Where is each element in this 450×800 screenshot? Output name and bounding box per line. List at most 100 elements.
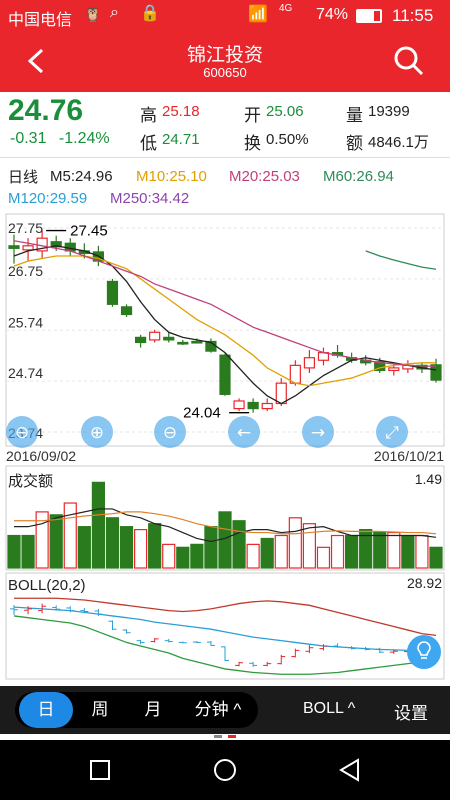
- volume-max-label: 1.49: [415, 471, 442, 487]
- open-value: 25.06: [266, 103, 304, 120]
- app-bar: 锦江投资 600650: [0, 32, 450, 92]
- volume-title: 成交额: [8, 472, 53, 490]
- candle-body: [303, 357, 315, 369]
- candle-body: [120, 306, 133, 316]
- high-label: 高: [140, 106, 157, 125]
- volume-bar: [288, 517, 302, 569]
- stock-code: 600650: [203, 65, 247, 80]
- scroll-left-button[interactable]: ←: [228, 416, 260, 448]
- fullscreen-button[interactable]: ⤢: [376, 416, 408, 448]
- period-label: 日线: [8, 169, 39, 186]
- amount-label: 额: [346, 134, 363, 153]
- current-price: 24.76: [8, 94, 84, 127]
- lock-icon: 🔒: [140, 5, 160, 22]
- period-selector: 日 周 月 分钟 ^: [15, 692, 258, 728]
- ma250-label: M250:34.42: [110, 190, 190, 207]
- zoom-in-button[interactable]: ⊕: [81, 416, 113, 448]
- candle-body: [135, 336, 147, 344]
- open-label: 开: [244, 106, 261, 125]
- price-change: -0.31 -1.24%: [10, 130, 110, 148]
- candle-body: [261, 402, 273, 410]
- candle-body: [106, 280, 119, 305]
- volume-bar: [330, 534, 345, 569]
- change-value: -0.31: [10, 130, 47, 147]
- bottom-toolbar: 日 周 月 分钟 ^ BOLL ^ 设置: [0, 686, 450, 734]
- settings-button[interactable]: 设置: [394, 699, 428, 724]
- candle-body: [289, 364, 301, 384]
- boll-price-ticks: [10, 603, 440, 667]
- candle-body: [233, 400, 245, 410]
- home-icon[interactable]: [213, 758, 237, 782]
- kline-grid: [6, 227, 444, 433]
- turnover-value: 0.50%: [266, 131, 309, 148]
- ma10-label: M10:25.10: [136, 168, 207, 185]
- candle-body: [247, 401, 259, 410]
- y-tick-label: 27.75: [8, 220, 43, 236]
- start-date: 2016/09/02: [6, 448, 76, 464]
- boll-lower-line: [13, 615, 437, 675]
- scroll-right-button[interactable]: →: [302, 416, 334, 448]
- volume-bar: [429, 546, 443, 569]
- tab-month[interactable]: 月: [128, 692, 178, 728]
- volume-bars: [7, 481, 443, 569]
- volume-bar: [260, 537, 274, 569]
- volume-bar: [176, 546, 190, 569]
- low-label: 低: [140, 134, 157, 153]
- volume-bar: [91, 481, 106, 569]
- status-bar: 中国电信 🦉 ⌕ 🔒 📶 4G 74% 11:55: [0, 0, 450, 32]
- zoom-out-button[interactable]: ⊖: [6, 416, 38, 448]
- back-icon[interactable]: [338, 758, 360, 782]
- control-glyph: ⊕: [90, 423, 104, 443]
- kline-candles: [8, 230, 442, 413]
- volume-bar: [415, 534, 429, 569]
- quote-panel: 24.76 -0.31 -1.24% 高 25.18 低 24.71 开 25.…: [0, 92, 450, 158]
- volume-bar: [401, 534, 415, 569]
- min-price-annotation: 24.04: [183, 405, 221, 422]
- candle-body: [388, 367, 400, 372]
- recent-apps-icon[interactable]: [90, 760, 110, 780]
- control-glyph: ←: [237, 423, 251, 443]
- ma120-label: M120:29.59: [8, 190, 88, 207]
- y-tick-label: 25.74: [8, 314, 43, 330]
- search-status-icon: ⌕: [110, 4, 119, 21]
- carrier-label: 中国电信: [8, 12, 73, 29]
- boll-indicator-button[interactable]: BOLL ^: [303, 700, 355, 718]
- ma-line-m60: [365, 250, 437, 270]
- navigation-bar: [0, 740, 450, 800]
- boll-max-label: 28.92: [407, 575, 442, 591]
- battery-percent: 74%: [316, 6, 349, 23]
- volume-value: 19399: [368, 103, 410, 120]
- volume-bar: [204, 526, 218, 569]
- volume-bar: [316, 546, 331, 569]
- tab-day[interactable]: 日: [19, 692, 73, 728]
- boll-title: BOLL(20,2): [8, 577, 86, 594]
- boll-mid-line: [13, 606, 437, 652]
- turnover-label: 换: [244, 134, 261, 153]
- volume-bar: [373, 531, 387, 569]
- volume-bar: [77, 526, 91, 569]
- time-label: 11:55: [392, 6, 434, 25]
- zoom-reset-button[interactable]: ⊖: [154, 416, 186, 448]
- max-price-annotation: 27.45: [70, 223, 108, 240]
- control-glyph: ⤢: [385, 423, 399, 443]
- lightbulb-button[interactable]: [407, 635, 441, 669]
- volume-bar: [302, 523, 316, 569]
- low-value: 24.71: [162, 131, 200, 148]
- volume-bar: [105, 517, 120, 569]
- candle-body: [219, 354, 231, 395]
- y-tick-label: 24.74: [8, 365, 43, 381]
- stock-chart[interactable]: 27.7526.7525.7424.7423.74 27.45 24.04 ⊖⊕…: [0, 210, 450, 686]
- boll-upper-line: [14, 597, 437, 637]
- ma20-label: M20:25.03: [229, 168, 300, 185]
- volume-bar: [7, 534, 21, 569]
- candle-body: [8, 245, 20, 249]
- tab-minute[interactable]: 分钟 ^: [183, 692, 253, 728]
- candle-body: [191, 340, 203, 344]
- page-dot-active: [228, 735, 236, 738]
- volume-label: 量: [346, 106, 363, 125]
- tab-week[interactable]: 周: [75, 692, 125, 728]
- search-icon[interactable]: [392, 44, 426, 78]
- battery-icon: [356, 9, 382, 23]
- volume-bar: [190, 543, 204, 569]
- volume-bar: [232, 520, 246, 569]
